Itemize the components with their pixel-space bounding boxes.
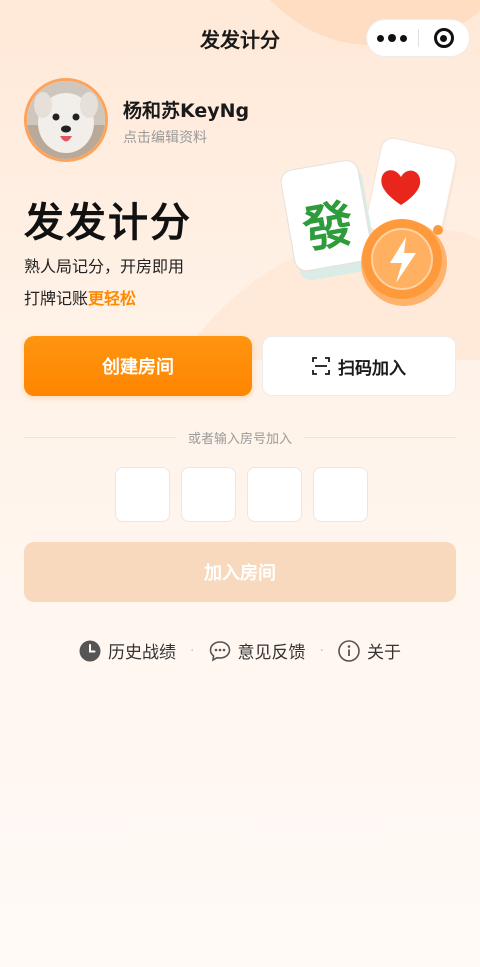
scan-join-button[interactable]: 扫码加入 (262, 336, 456, 396)
room-code-digit-4[interactable] (313, 467, 368, 522)
miniprogram-close-icon[interactable] (418, 19, 469, 57)
feedback-label: 意见反馈 (237, 643, 306, 663)
hero-subtagline-prefix: 打牌记账 (24, 289, 89, 308)
history-label: 历史战绩 (108, 643, 177, 663)
mahjong-illustration: 發 (280, 137, 457, 306)
footer-separator: · (319, 642, 324, 659)
room-code-digit-2[interactable] (181, 467, 236, 522)
room-code-digit-3[interactable] (247, 467, 302, 522)
hero-subtagline: 打牌记账更轻松 (24, 285, 136, 309)
room-code-digit-1[interactable] (115, 467, 170, 522)
feedback-link[interactable]: 意见反馈 (209, 638, 306, 663)
hero-tagline: 熟人局记分，开房即用 (24, 257, 185, 276)
footer-separator: · (190, 642, 195, 659)
clock-icon (79, 640, 101, 662)
or-divider: 或者输入房号加入 (24, 428, 457, 447)
join-room-button[interactable]: 加入房间 (24, 542, 456, 602)
edit-profile-link[interactable]: 点击编辑资料 (123, 127, 207, 147)
scan-join-label: 扫码加入 (338, 358, 406, 379)
footer-links: 历史战绩 · 意见反馈 · 关于 (0, 638, 480, 663)
about-label: 关于 (366, 643, 401, 663)
chat-bubble-icon (209, 640, 231, 662)
history-link[interactable]: 历史战绩 (79, 638, 176, 663)
navigation-bar: 发发计分 (0, 0, 480, 76)
more-dots-icon[interactable] (367, 19, 418, 57)
dog-avatar-image (27, 81, 105, 159)
hero-subtagline-highlight: 更轻松 (88, 289, 137, 308)
avatar[interactable] (24, 78, 108, 162)
info-icon (338, 639, 360, 662)
divider-text: 或者输入房号加入 (188, 431, 293, 447)
room-code-inputs (115, 467, 368, 522)
user-name[interactable]: 杨和苏KeyNg (123, 96, 249, 123)
about-link[interactable]: 关于 (338, 638, 401, 663)
scan-icon (312, 357, 330, 375)
create-room-button[interactable]: 创建房间 (24, 336, 252, 396)
hero-title: 发发计分 (24, 200, 192, 246)
miniprogram-capsule (366, 19, 470, 57)
mahjong-tile-glyph: 發 (298, 194, 358, 260)
